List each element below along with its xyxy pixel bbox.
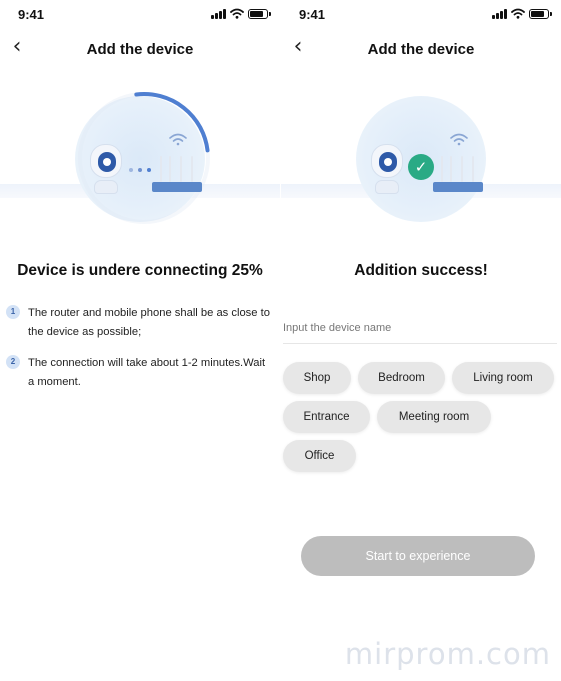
tips-list: 1 The router and mobile phone shall be a… (6, 304, 274, 404)
start-experience-button[interactable]: Start to experience (301, 536, 535, 576)
room-tag-bedroom[interactable]: Bedroom (358, 362, 445, 394)
status-bar: 9:41 (281, 0, 561, 28)
camera-icon (371, 144, 403, 196)
connection-status-text: Device is undere connecting 25% (17, 262, 263, 279)
tip-number-badge: 1 (6, 305, 20, 319)
cellular-signal-icon (211, 8, 226, 19)
success-screen: 9:41 ‹ Add the device ✓ Addition success… (281, 0, 561, 681)
status-icons (211, 8, 271, 19)
tip-text: The router and mobile phone shall be as … (28, 307, 270, 338)
room-tag-living-room[interactable]: Living room (452, 362, 554, 394)
connecting-dot (129, 168, 133, 172)
page-title: Add the device (86, 41, 194, 58)
connecting-dot (147, 168, 151, 172)
connecting-screen: 9:41 ‹ Add the device Device is undere c… (0, 0, 280, 681)
room-tag-entrance[interactable]: Entrance (283, 401, 370, 433)
room-tag-shop[interactable]: Shop (283, 362, 351, 394)
list-item: 2 The connection will take about 1-2 min… (6, 354, 274, 392)
room-tag-meeting-room[interactable]: Meeting room (377, 401, 491, 433)
router-icon (433, 156, 483, 192)
wifi-icon (511, 8, 525, 19)
success-status-text: Addition success! (354, 262, 488, 279)
camera-icon (90, 144, 122, 196)
status-time: 9:41 (18, 7, 45, 22)
watermark: mirprom.com (344, 637, 551, 671)
tip-number-badge: 2 (6, 355, 20, 369)
device-name-input[interactable] (283, 312, 557, 344)
connection-illustration (0, 92, 280, 224)
battery-icon (248, 8, 271, 19)
wifi-icon (230, 8, 244, 19)
nav-bar: ‹ Add the device (281, 34, 561, 64)
router-wifi-icon (450, 133, 468, 146)
router-icon (152, 156, 202, 192)
status-time: 9:41 (299, 7, 326, 22)
connecting-dots (129, 168, 151, 172)
list-item: 1 The router and mobile phone shall be a… (6, 304, 274, 342)
success-illustration: ✓ (281, 92, 561, 222)
battery-icon (529, 8, 552, 19)
status-icons (492, 8, 552, 19)
room-tag-office[interactable]: Office (283, 440, 356, 472)
check-circle-icon: ✓ (408, 154, 434, 180)
connecting-dot (138, 168, 142, 172)
cellular-signal-icon (492, 8, 507, 19)
page-title: Add the device (367, 41, 475, 58)
nav-bar: ‹ Add the device (0, 34, 280, 64)
tip-text: The connection will take about 1-2 minut… (28, 357, 266, 388)
router-wifi-icon (169, 133, 187, 146)
status-bar: 9:41 (0, 0, 280, 28)
